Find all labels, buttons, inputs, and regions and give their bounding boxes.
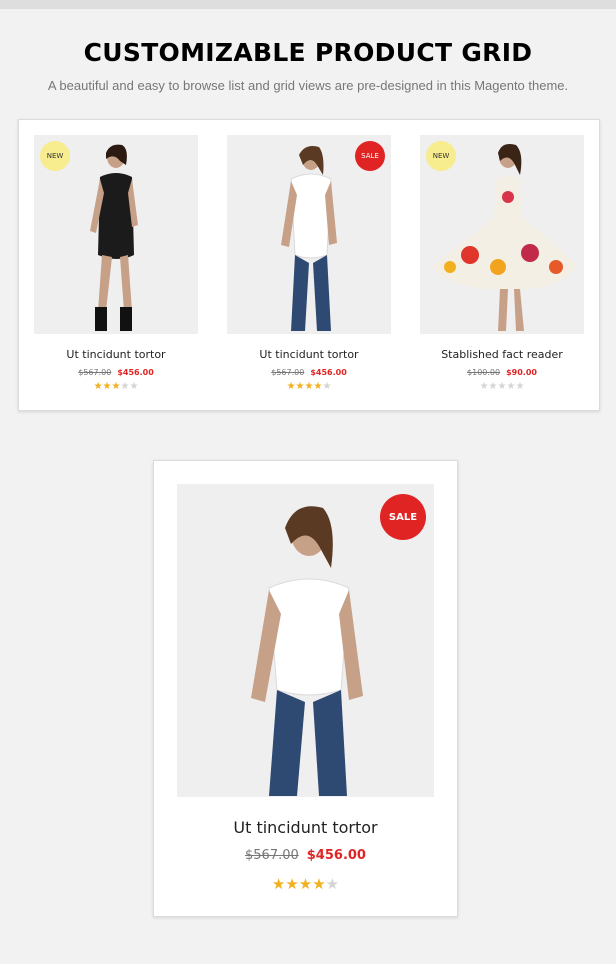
product-image[interactable]: SALE (177, 484, 434, 797)
section-subtitle: A beautiful and easy to browse list and … (47, 78, 569, 93)
new-badge: NEW (426, 141, 456, 171)
star-icon: ★ (515, 381, 525, 392)
sale-price: $456.00 (117, 368, 154, 377)
product-name[interactable]: Stablished fact reader (420, 348, 584, 361)
section-title: CUSTOMIZABLE PRODUCT GRID (83, 38, 533, 67)
product-image[interactable]: NEW (34, 135, 198, 334)
rating-stars: ★★★★★ (34, 381, 198, 392)
product-card[interactable]: NEW Stablished fact reader $100.00 $90.00… (420, 135, 584, 392)
star-icon: ★ (322, 381, 332, 392)
top-bar (0, 0, 616, 9)
rating-stars: ★★★★★ (227, 381, 391, 392)
star-icon: ★ (312, 876, 326, 893)
product-name[interactable]: Ut tincidunt tortor (227, 348, 391, 361)
rating-stars: ★★★★★ (420, 381, 584, 392)
star-icon: ★ (488, 381, 498, 392)
rating-stars: ★★★★★ (154, 875, 457, 893)
star-icon: ★ (102, 381, 112, 392)
product-card[interactable]: NEW Ut tincidunt tortor $567.00 $456.00 ★… (34, 135, 198, 392)
star-icon: ★ (93, 381, 103, 392)
new-badge: NEW (40, 141, 70, 171)
featured-product-card[interactable]: SALE Ut tincidunt tortor $567.00 $456.00 … (153, 460, 458, 917)
star-icon: ★ (479, 381, 489, 392)
product-image[interactable]: NEW (420, 135, 584, 334)
star-icon: ★ (286, 381, 296, 392)
star-icon: ★ (285, 876, 299, 893)
star-icon: ★ (325, 876, 340, 893)
old-price: $567.00 (78, 368, 112, 377)
star-icon: ★ (129, 381, 139, 392)
product-price: $100.00 $90.00 (420, 368, 584, 377)
star-icon: ★ (298, 876, 313, 893)
product-price: $567.00 $456.00 (34, 368, 198, 377)
star-icon: ★ (271, 876, 286, 893)
sale-price: $456.00 (306, 848, 366, 863)
sale-badge: SALE (380, 494, 426, 540)
sale-badge: SALE (355, 141, 385, 171)
old-price: $567.00 (245, 848, 299, 863)
product-price: $567.00 $456.00 (227, 368, 391, 377)
product-name[interactable]: Ut tincidunt tortor (34, 348, 198, 361)
star-icon: ★ (295, 381, 305, 392)
sale-price: $456.00 (310, 368, 347, 377)
product-grid-panel: NEW Ut tincidunt tortor $567.00 $456.00 ★… (18, 119, 600, 411)
product-price: $567.00 $456.00 (154, 848, 457, 863)
old-price: $100.00 (467, 368, 501, 377)
product-card[interactable]: SALE Ut tincidunt tortor $567.00 $456.00 … (227, 135, 391, 392)
sale-price: $90.00 (506, 368, 537, 377)
product-image[interactable]: SALE (227, 135, 391, 334)
product-name[interactable]: Ut tincidunt tortor (154, 818, 457, 837)
old-price: $567.00 (271, 368, 305, 377)
